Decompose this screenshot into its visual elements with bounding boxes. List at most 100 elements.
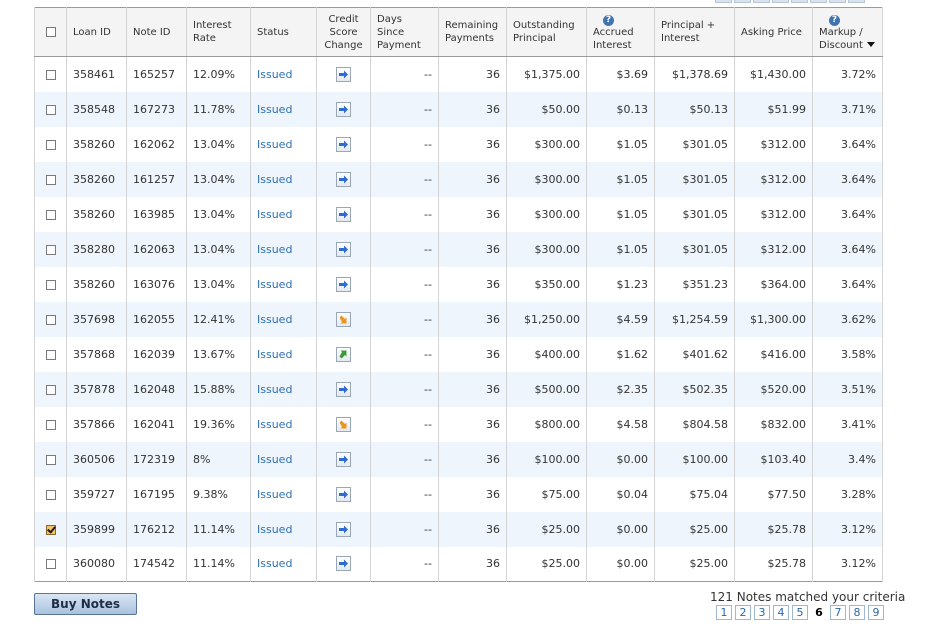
arrow-right-icon[interactable] xyxy=(336,101,351,117)
header-asking-price[interactable]: Asking Price xyxy=(734,7,813,57)
table-row[interactable]: 358461 165257 12.09% Issued -- 36 $1,375.00 $3.… xyxy=(34,56,883,92)
arrow-down-right-icon[interactable] xyxy=(336,416,351,432)
row-checkbox[interactable] xyxy=(45,419,56,430)
row-checkbox[interactable] xyxy=(45,559,56,570)
arrow-right-icon[interactable] xyxy=(336,276,351,292)
arrow-right-icon[interactable] xyxy=(336,171,351,187)
page-button[interactable]: 3 xyxy=(754,605,770,620)
header-markup-discount[interactable]: ? Markup / Discount xyxy=(812,7,883,57)
status-link[interactable]: Issued xyxy=(250,91,317,127)
status-link[interactable]: Issued xyxy=(250,406,317,442)
header-accrued-interest[interactable]: ? Accrued Interest xyxy=(586,7,655,57)
arrow-right-icon[interactable] xyxy=(336,136,351,152)
table-row[interactable]: 358548 167273 11.78% Issued -- 36 $50.00 $0.13 $… xyxy=(34,91,883,127)
row-select-cell[interactable] xyxy=(34,196,67,232)
row-checkbox[interactable] xyxy=(45,384,56,395)
arrow-right-icon[interactable] xyxy=(336,66,351,82)
table-row[interactable]: 357698 162055 12.41% Issued -- 36 $1,250.00 $4.… xyxy=(34,301,883,337)
page-button[interactable]: 5 xyxy=(792,605,808,620)
row-checkbox[interactable] xyxy=(45,349,56,360)
table-row[interactable]: 357868 162039 13.67% Issued -- 36 $400.00 $1.62… xyxy=(34,336,883,372)
arrow-down-right-icon[interactable] xyxy=(336,311,351,327)
table-row[interactable]: 358260 162062 13.04% Issued -- 36 $300.00 $1.05… xyxy=(34,126,883,162)
row-checkbox[interactable] xyxy=(45,524,56,535)
buy-notes-button[interactable]: Buy Notes xyxy=(34,593,137,615)
row-select-cell[interactable] xyxy=(34,511,67,547)
arrow-up-right-icon[interactable] xyxy=(336,346,351,362)
row-select-cell[interactable] xyxy=(34,231,67,267)
header-note-id[interactable]: Note ID xyxy=(126,7,187,57)
row-checkbox[interactable] xyxy=(45,104,56,115)
header-remaining-payments[interactable]: Remaining Payments xyxy=(438,7,507,57)
page-button[interactable]: 4 xyxy=(773,605,789,620)
sort-desc-icon[interactable] xyxy=(866,42,875,47)
arrow-right-icon[interactable] xyxy=(336,556,351,572)
row-select-cell[interactable] xyxy=(34,56,67,92)
status-link[interactable]: Issued xyxy=(250,126,317,162)
arrow-right-icon[interactable] xyxy=(336,451,351,467)
row-checkbox[interactable] xyxy=(45,209,56,220)
status-link[interactable]: Issued xyxy=(250,266,317,302)
row-select-cell[interactable] xyxy=(34,266,67,302)
row-select-cell[interactable] xyxy=(34,91,67,127)
table-row[interactable]: 358280 162063 13.04% Issued -- 36 $300.00 $1.05… xyxy=(34,231,883,267)
row-checkbox[interactable] xyxy=(45,454,56,465)
status-link[interactable]: Issued xyxy=(250,161,317,197)
help-icon[interactable]: ? xyxy=(603,14,614,26)
header-days-since-payment[interactable]: Days Since Payment xyxy=(370,7,439,57)
row-select-cell[interactable] xyxy=(34,161,67,197)
status-link[interactable]: Issued xyxy=(250,231,317,267)
table-row[interactable]: 360080 174542 11.14% Issued -- 36 $25.00 $0.00 $… xyxy=(34,546,883,582)
row-select-cell[interactable] xyxy=(34,336,67,372)
header-outstanding-principal[interactable]: Outstanding Principal xyxy=(506,7,587,57)
page-button[interactable]: 9 xyxy=(868,605,884,620)
row-select-cell[interactable] xyxy=(34,371,67,407)
row-select-cell[interactable] xyxy=(34,441,67,477)
status-link[interactable]: Issued xyxy=(250,301,317,337)
status-link[interactable]: Issued xyxy=(250,511,317,547)
header-credit-score-change[interactable]: Credit Score Change xyxy=(316,7,371,57)
help-icon[interactable]: ? xyxy=(829,14,840,26)
status-link[interactable]: Issued xyxy=(250,56,317,92)
table-row[interactable]: 360506 172319 8% Issued -- 36 $100.00 $0.00 $100… xyxy=(34,441,883,477)
table-row[interactable]: 358260 163076 13.04% Issued -- 36 $350.00 $1.23… xyxy=(34,266,883,302)
row-select-cell[interactable] xyxy=(34,406,67,442)
page-button[interactable]: 7 xyxy=(830,605,846,620)
row-checkbox[interactable] xyxy=(45,69,56,80)
row-select-cell[interactable] xyxy=(34,476,67,512)
arrow-right-icon[interactable] xyxy=(336,486,351,502)
header-principal-interest[interactable]: Principal + Interest xyxy=(654,7,735,57)
table-row[interactable]: 357866 162041 19.36% Issued -- 36 $800.00 $4.58… xyxy=(34,406,883,442)
arrow-right-icon[interactable] xyxy=(336,206,351,222)
header-interest-rate[interactable]: Interest Rate xyxy=(186,7,251,57)
status-link[interactable]: Issued xyxy=(250,371,317,407)
table-row[interactable]: 358260 161257 13.04% Issued -- 36 $300.00 $1.05… xyxy=(34,161,883,197)
select-all-header[interactable] xyxy=(34,7,67,57)
header-loan-id[interactable]: Loan ID xyxy=(66,7,127,57)
status-link[interactable]: Issued xyxy=(250,441,317,477)
row-checkbox[interactable] xyxy=(45,279,56,290)
page-button[interactable]: 2 xyxy=(735,605,751,620)
select-all-checkbox[interactable] xyxy=(45,26,56,37)
page-button[interactable]: 6 xyxy=(811,605,827,620)
arrow-right-icon[interactable] xyxy=(336,521,351,537)
row-select-cell[interactable] xyxy=(34,126,67,162)
table-row[interactable]: 359727 167195 9.38% Issued -- 36 $75.00 $0.04 $7… xyxy=(34,476,883,512)
status-link[interactable]: Issued xyxy=(250,196,317,232)
header-status[interactable]: Status xyxy=(250,7,317,57)
status-link[interactable]: Issued xyxy=(250,336,317,372)
row-checkbox[interactable] xyxy=(45,489,56,500)
table-row[interactable]: 358260 163985 13.04% Issued -- 36 $300.00 $1.05… xyxy=(34,196,883,232)
row-checkbox[interactable] xyxy=(45,314,56,325)
status-link[interactable]: Issued xyxy=(250,476,317,512)
row-select-cell[interactable] xyxy=(34,301,67,337)
status-link[interactable]: Issued xyxy=(250,546,317,582)
arrow-right-icon[interactable] xyxy=(336,241,351,257)
page-button[interactable]: 1 xyxy=(716,605,732,620)
row-select-cell[interactable] xyxy=(34,546,67,582)
row-checkbox[interactable] xyxy=(45,174,56,185)
row-checkbox[interactable] xyxy=(45,139,56,150)
table-row[interactable]: 359899 176212 11.14% Issued -- 36 $25.00 $0.00 $… xyxy=(34,511,883,547)
row-checkbox[interactable] xyxy=(45,244,56,255)
arrow-right-icon[interactable] xyxy=(336,381,351,397)
